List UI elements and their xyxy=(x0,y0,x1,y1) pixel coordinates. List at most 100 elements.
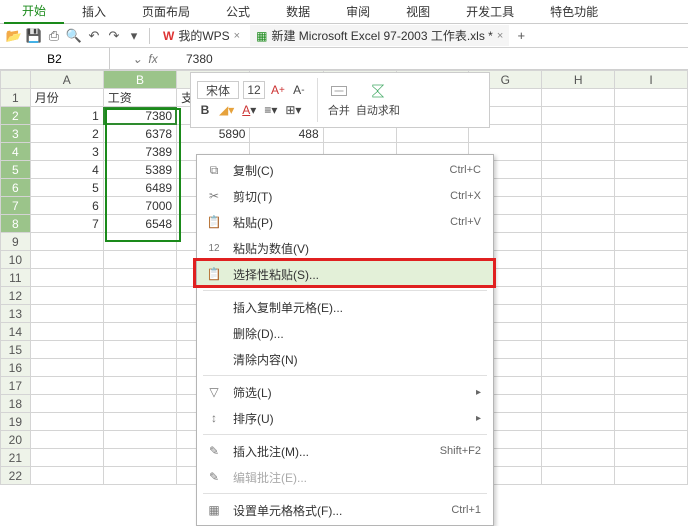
ctx-paste[interactable]: 📋粘贴(P)Ctrl+V xyxy=(197,209,493,235)
cell[interactable]: 7000 xyxy=(103,197,176,215)
col-header[interactable]: I xyxy=(615,71,688,89)
save-icon[interactable]: 💾 xyxy=(26,28,42,44)
menu-tab-start[interactable]: 开始 xyxy=(4,0,64,24)
ctx-clear[interactable]: 清除内容(N) xyxy=(197,346,493,372)
ctx-sort[interactable]: ↕排序(U)▸ xyxy=(197,405,493,431)
open-icon[interactable]: 📂 xyxy=(6,28,22,44)
name-box[interactable] xyxy=(0,48,110,69)
cell[interactable] xyxy=(615,143,688,161)
formula-input[interactable]: 7380 xyxy=(180,52,688,66)
col-header[interactable]: H xyxy=(542,71,615,89)
shrink-font-icon[interactable]: A- xyxy=(291,81,307,99)
row-header[interactable]: 8 xyxy=(1,215,31,233)
fx-icon[interactable]: fx xyxy=(148,52,157,66)
cell[interactable] xyxy=(542,197,615,215)
cell[interactable] xyxy=(542,125,615,143)
row-header[interactable]: 1 xyxy=(1,89,31,107)
row-header[interactable]: 16 xyxy=(1,359,31,377)
row-header[interactable]: 3 xyxy=(1,125,31,143)
fill-color-icon[interactable]: ◢▾ xyxy=(217,101,236,119)
cell[interactable]: 1 xyxy=(30,107,103,125)
row-header[interactable]: 7 xyxy=(1,197,31,215)
font-size[interactable]: 12 xyxy=(243,81,265,99)
dropdown-icon[interactable]: ▾ xyxy=(126,28,142,44)
menu-tab-dev[interactable]: 开发工具 xyxy=(448,0,532,23)
cell[interactable]: 月份 xyxy=(30,89,103,107)
row-header[interactable]: 10 xyxy=(1,251,31,269)
row-header[interactable]: 15 xyxy=(1,341,31,359)
col-header[interactable]: A xyxy=(30,71,103,89)
select-all-corner[interactable] xyxy=(1,71,31,89)
fx-dropdown-icon[interactable]: ⌄ xyxy=(132,52,142,66)
col-header[interactable]: B xyxy=(103,71,176,89)
row-header[interactable]: 18 xyxy=(1,395,31,413)
row-header[interactable]: 12 xyxy=(1,287,31,305)
ctx-paste-special[interactable]: 📋选择性粘贴(S)... xyxy=(197,261,493,287)
ctx-delete[interactable]: 删除(D)... xyxy=(197,320,493,346)
menu-tab-view[interactable]: 视图 xyxy=(388,0,448,23)
cell[interactable]: 7389 xyxy=(103,143,176,161)
ctx-cut[interactable]: ✂剪切(T)Ctrl+X xyxy=(197,183,493,209)
cell[interactable]: 3 xyxy=(30,143,103,161)
cell[interactable] xyxy=(615,215,688,233)
font-color-icon[interactable]: A▾ xyxy=(240,101,258,119)
cell[interactable] xyxy=(542,143,615,161)
ctx-insert-copied[interactable]: 插入复制单元格(E)... xyxy=(197,294,493,320)
menu-tab-insert[interactable]: 插入 xyxy=(64,0,124,23)
cell[interactable]: 4 xyxy=(30,161,103,179)
cell[interactable] xyxy=(542,179,615,197)
cell-active[interactable]: 7380 xyxy=(103,107,176,125)
row-header[interactable]: 19 xyxy=(1,413,31,431)
cell[interactable]: 工资 xyxy=(103,89,176,107)
merge-button[interactable]: 合并 xyxy=(328,82,350,118)
autosum-button[interactable]: 自动求和 xyxy=(356,82,400,118)
ctx-filter[interactable]: ▽筛选(L)▸ xyxy=(197,379,493,405)
font-name[interactable]: 宋体 xyxy=(197,81,239,99)
ctx-edit-comment[interactable]: ✎编辑批注(E)... xyxy=(197,464,493,490)
border-icon[interactable]: ⊞▾ xyxy=(283,101,303,119)
menu-tab-data[interactable]: 数据 xyxy=(268,0,328,23)
redo-icon[interactable]: ↷ xyxy=(106,28,122,44)
preview-icon[interactable]: 🔍 xyxy=(66,28,82,44)
cell[interactable]: 5 xyxy=(30,179,103,197)
cell[interactable]: 2 xyxy=(30,125,103,143)
cell[interactable] xyxy=(615,125,688,143)
cell[interactable]: 6 xyxy=(30,197,103,215)
row-header[interactable]: 9 xyxy=(1,233,31,251)
row-header[interactable]: 17 xyxy=(1,377,31,395)
ctx-copy[interactable]: ⧉复制(C)Ctrl+C xyxy=(197,157,493,183)
row-header[interactable]: 14 xyxy=(1,323,31,341)
close-icon[interactable]: × xyxy=(497,30,503,42)
menu-tab-layout[interactable]: 页面布局 xyxy=(124,0,208,23)
cell[interactable] xyxy=(542,107,615,125)
cell[interactable] xyxy=(542,215,615,233)
ctx-insert-comment[interactable]: ✎插入批注(M)...Shift+F2 xyxy=(197,438,493,464)
ctx-paste-value[interactable]: 12粘贴为数值(V) xyxy=(197,235,493,261)
cell[interactable] xyxy=(542,161,615,179)
cell[interactable] xyxy=(615,107,688,125)
bold-button[interactable]: B xyxy=(197,101,213,119)
cell[interactable]: 6378 xyxy=(103,125,176,143)
print-icon[interactable]: ⎙ xyxy=(46,28,62,44)
cell[interactable]: 6548 xyxy=(103,215,176,233)
doc-tab-file[interactable]: ▦ 新建 Microsoft Excel 97-2003 工作表.xls * × xyxy=(250,25,509,46)
row-header[interactable]: 20 xyxy=(1,431,31,449)
ctx-format-cells[interactable]: ▦设置单元格格式(F)...Ctrl+1 xyxy=(197,497,493,523)
doc-tab-wps[interactable]: W 我的WPS × xyxy=(157,25,246,46)
cell[interactable] xyxy=(615,89,688,107)
row-header[interactable]: 11 xyxy=(1,269,31,287)
cell[interactable]: 7 xyxy=(30,215,103,233)
new-tab-icon[interactable]: + xyxy=(513,28,529,44)
grow-font-icon[interactable]: A+ xyxy=(269,81,287,99)
close-icon[interactable]: × xyxy=(234,30,240,42)
cell[interactable]: 6489 xyxy=(103,179,176,197)
row-header[interactable]: 4 xyxy=(1,143,31,161)
row-header[interactable]: 5 xyxy=(1,161,31,179)
menu-tab-formula[interactable]: 公式 xyxy=(208,0,268,23)
row-header[interactable]: 21 xyxy=(1,449,31,467)
row-header[interactable]: 6 xyxy=(1,179,31,197)
cell[interactable] xyxy=(542,89,615,107)
cell[interactable] xyxy=(615,161,688,179)
row-header[interactable]: 2 xyxy=(1,107,31,125)
menu-tab-special[interactable]: 特色功能 xyxy=(532,0,616,23)
